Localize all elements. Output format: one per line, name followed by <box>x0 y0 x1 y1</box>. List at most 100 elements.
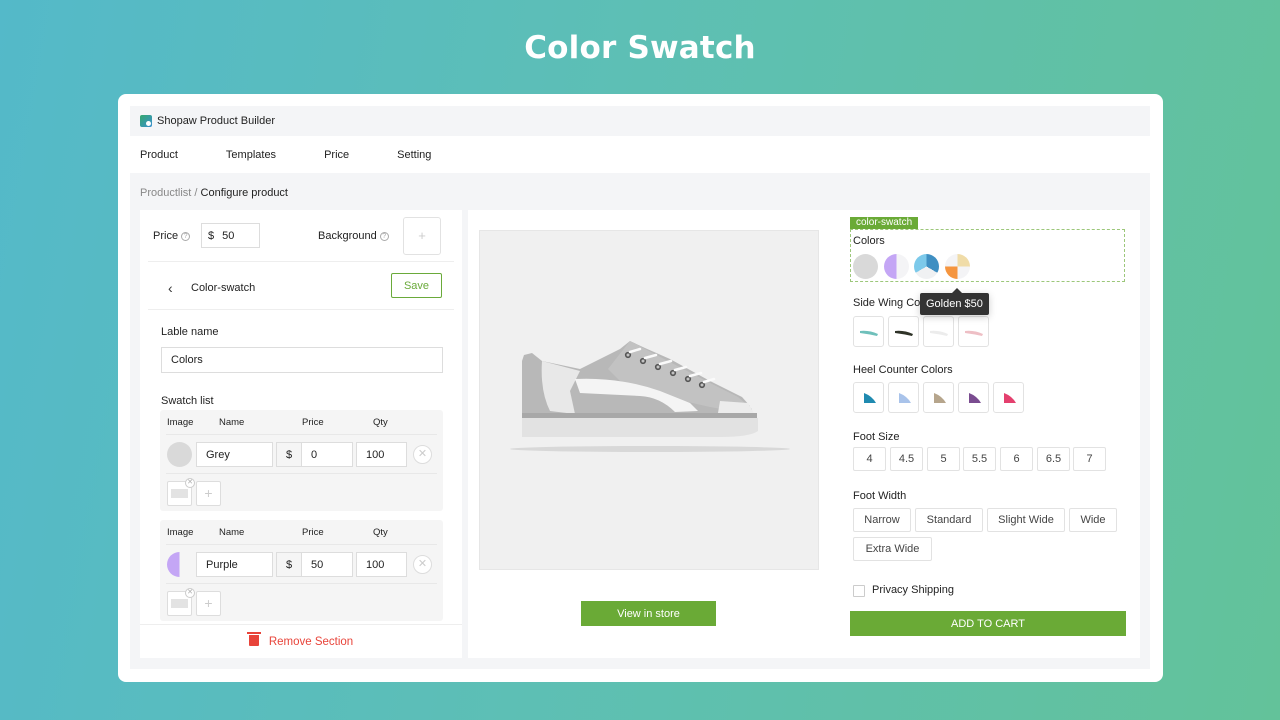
privacy-shipping-label: Privacy Shipping <box>872 584 954 596</box>
nav-setting[interactable]: Setting <box>397 149 431 161</box>
foot-width-option[interactable]: Standard <box>915 508 983 532</box>
product-preview <box>479 230 819 570</box>
swatch-qty-input[interactable]: 100 <box>356 552 407 577</box>
remove-swatch-icon[interactable]: ✕ <box>413 445 432 464</box>
remove-swatch-icon[interactable]: ✕ <box>413 555 432 574</box>
color-option-purple[interactable] <box>884 254 909 279</box>
privacy-shipping-checkbox[interactable] <box>853 585 865 597</box>
foot-width-title: Foot Width <box>853 490 907 502</box>
swatch-tooltip: Golden $50 <box>920 288 989 315</box>
price-row: Price? $50 Background? + <box>153 217 442 262</box>
divider <box>166 544 437 545</box>
foot-width-option[interactable]: Slight Wide <box>987 508 1065 532</box>
breadcrumb-separator: / <box>194 187 198 199</box>
foot-size-option[interactable]: 7 <box>1073 447 1106 471</box>
heel-counter-option[interactable] <box>923 382 954 413</box>
nav-price[interactable]: Price <box>324 149 349 161</box>
view-in-store-button[interactable]: View in store <box>581 601 716 626</box>
add-image-button[interactable]: + <box>196 591 221 616</box>
heel-counter-option[interactable] <box>993 382 1024 413</box>
app-title: Shopaw Product Builder <box>157 115 276 127</box>
foot-size-option[interactable]: 4.5 <box>890 447 923 471</box>
swatch-name-input[interactable]: Grey <box>196 442 273 467</box>
section-name: Color-swatch <box>191 282 256 294</box>
currency-prefix: $ <box>276 552 302 577</box>
sneaker-image <box>510 341 790 452</box>
divider <box>166 583 437 584</box>
colors-title: Colors <box>853 235 885 247</box>
col-qty: Qty <box>373 527 388 538</box>
preview-panel: View in store color-swatch Colors Golden… <box>468 210 1140 658</box>
side-wing-option[interactable] <box>958 316 989 347</box>
swatch-price-input[interactable]: 0 <box>301 442 353 467</box>
divider <box>166 473 437 474</box>
color-option-golden[interactable] <box>945 254 970 279</box>
foot-size-option[interactable]: 6 <box>1000 447 1033 471</box>
app-window: Shopaw Product Builder Product Templates… <box>118 94 1163 682</box>
swatch-color-dot[interactable] <box>167 552 192 577</box>
price-currency: $ <box>208 230 215 242</box>
remove-image-icon[interactable]: ✕ <box>185 478 195 488</box>
label-name-input[interactable]: Colors <box>161 347 443 373</box>
side-wing-option[interactable] <box>888 316 919 347</box>
divider <box>148 309 454 310</box>
remove-image-icon[interactable]: ✕ <box>185 588 195 598</box>
heel-counter-option[interactable] <box>888 382 919 413</box>
col-price: Price <box>302 527 324 538</box>
foot-width-option[interactable]: Extra Wide <box>853 537 932 561</box>
top-nav: Product Templates Price Setting <box>140 149 479 161</box>
back-chevron-icon[interactable]: ‹ <box>168 281 173 295</box>
side-wing-option[interactable] <box>853 316 884 347</box>
foot-width-option[interactable]: Wide <box>1069 508 1117 532</box>
col-price: Price <box>302 417 324 428</box>
swatch-name-input[interactable]: Purple <box>196 552 273 577</box>
price-value: 50 <box>222 230 235 242</box>
swatch-image-thumb[interactable]: ✕ <box>167 478 195 506</box>
breadcrumb: Productlist / Configure product <box>140 187 288 199</box>
help-icon[interactable]: ? <box>379 232 389 241</box>
swatch-price-input[interactable]: 50 <box>301 552 353 577</box>
nav-templates[interactable]: Templates <box>226 149 276 161</box>
swatch-color-dot[interactable] <box>167 442 192 467</box>
app-title-bar: Shopaw Product Builder <box>130 106 1150 136</box>
section-header: ‹ Color-swatch Save <box>168 273 442 303</box>
app-logo-icon <box>140 115 152 127</box>
foot-size-option[interactable]: 5.5 <box>963 447 996 471</box>
price-input[interactable]: $50 <box>201 223 260 248</box>
heel-counter-option[interactable] <box>958 382 989 413</box>
swatch-card: Image Name Price Qty Purple $ 50 100 ✕ ✕… <box>160 520 443 621</box>
label-name-title: Lable name <box>161 326 219 338</box>
color-option-blue[interactable] <box>914 254 939 279</box>
foot-size-option[interactable]: 6.5 <box>1037 447 1070 471</box>
content-area: Productlist / Configure product Price? $… <box>130 173 1150 669</box>
remove-section-button[interactable]: Remove Section <box>140 624 462 658</box>
swatch-list-title: Swatch list <box>161 395 214 407</box>
side-wing-option[interactable] <box>923 316 954 347</box>
currency-prefix: $ <box>276 442 302 467</box>
save-button[interactable]: Save <box>391 273 442 298</box>
foot-size-option[interactable]: 4 <box>853 447 886 471</box>
divider <box>166 434 437 435</box>
swatch-qty-input[interactable]: 100 <box>356 442 407 467</box>
trash-icon <box>246 632 261 646</box>
color-option-grey[interactable] <box>853 254 878 279</box>
breadcrumb-parent[interactable]: Productlist <box>140 187 191 199</box>
price-label: Price? <box>153 230 191 242</box>
swatch-columns: Image Name Price Qty <box>167 417 437 429</box>
add-to-cart-button[interactable]: ADD TO CART <box>850 611 1126 636</box>
add-image-button[interactable]: + <box>196 481 221 506</box>
col-image: Image <box>167 527 194 538</box>
nav-product[interactable]: Product <box>140 149 178 161</box>
swatch-image-thumb[interactable]: ✕ <box>167 588 195 616</box>
heel-counter-option[interactable] <box>853 382 884 413</box>
foot-width-option[interactable]: Narrow <box>853 508 911 532</box>
col-name: Name <box>219 527 245 538</box>
background-upload-button[interactable]: + <box>403 217 441 255</box>
help-icon[interactable]: ? <box>181 232 191 241</box>
divider <box>148 261 454 262</box>
price-label-text: Price <box>153 230 179 242</box>
remove-section-label: Remove Section <box>268 636 354 648</box>
section-tag: color-swatch <box>850 217 919 229</box>
foot-size-title: Foot Size <box>853 431 900 443</box>
foot-size-option[interactable]: 5 <box>927 447 960 471</box>
